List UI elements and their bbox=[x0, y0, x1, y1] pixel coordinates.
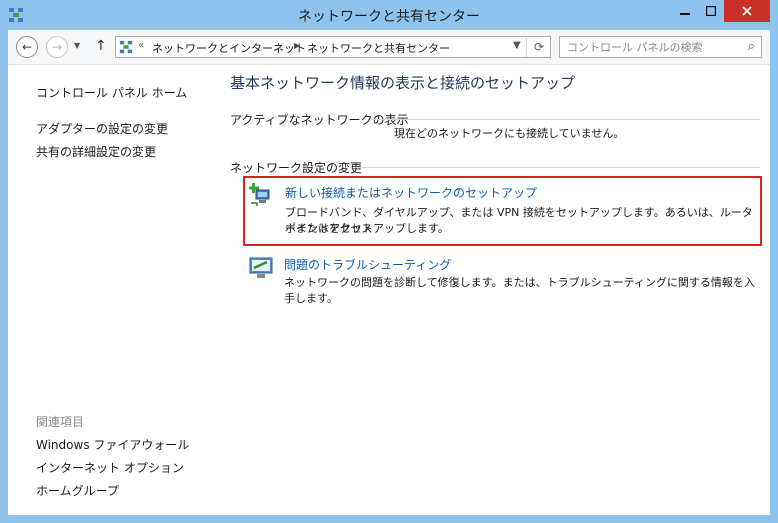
sidebar: コントロール パネル ホーム アダプターの設定の変更 共有の詳細設定の変更 関連… bbox=[8, 65, 212, 515]
maximize-button[interactable] bbox=[698, 0, 724, 22]
heading-divider bbox=[372, 119, 760, 120]
heading-divider bbox=[356, 167, 760, 168]
close-button[interactable] bbox=[724, 0, 770, 22]
address-bar[interactable]: « ネットワークとインターネット ▶ ネットワークと共有センター ▼ ⟳ bbox=[115, 36, 551, 58]
content-pane: コントロール パネル ホーム アダプターの設定の変更 共有の詳細設定の変更 関連… bbox=[8, 65, 770, 515]
network-settings-heading: ネットワーク設定の変更 bbox=[230, 161, 363, 175]
new-connection-link[interactable]: 新しい接続またはネットワークのセットアップ bbox=[285, 184, 537, 201]
overflow-chevron-icon[interactable]: « bbox=[138, 40, 144, 51]
homegroup-link[interactable]: ホームグループ bbox=[36, 482, 119, 499]
maximize-icon bbox=[706, 6, 716, 16]
firewall-link[interactable]: Windows ファイアウォール bbox=[36, 436, 189, 453]
new-connection-task-highlight[interactable]: 新しい接続またはネットワークのセットアップ ブロードバンド、ダイヤルアップ、また… bbox=[243, 176, 762, 246]
troubleshoot-task[interactable]: 問題のトラブルシューティング ネットワークの問題を診断して修復します。または、ト… bbox=[245, 255, 762, 305]
breadcrumb-sharing-center[interactable]: ネットワークと共有センター bbox=[307, 40, 450, 56]
adapter-settings-link[interactable]: アダプターの設定の変更 bbox=[36, 120, 168, 137]
title-bar[interactable]: ネットワークと共有センター bbox=[0, 0, 778, 30]
troubleshoot-icon bbox=[249, 257, 273, 278]
search-icon[interactable]: ⌕ bbox=[748, 39, 755, 54]
search-box[interactable]: ⌕ bbox=[559, 36, 762, 58]
breadcrumb-separator-icon[interactable]: ▶ bbox=[294, 41, 300, 50]
close-icon bbox=[742, 6, 752, 16]
address-dropdown-icon[interactable]: ▼ bbox=[513, 40, 521, 51]
arrow-left-icon: ← bbox=[21, 40, 33, 54]
window-title: ネットワークと共有センター bbox=[298, 9, 480, 25]
control-panel-home-link[interactable]: コントロール パネル ホーム bbox=[36, 84, 187, 101]
related-heading: 関連項目 bbox=[36, 415, 85, 429]
new-connection-desc-line2: ポイントをセットアップします。 bbox=[285, 222, 449, 235]
search-input[interactable] bbox=[560, 37, 737, 57]
refresh-icon: ⟳ bbox=[533, 40, 545, 54]
network-status-text: 現在どのネットワークにも接続していません。 bbox=[394, 127, 625, 140]
troubleshoot-desc: ネットワークの問題を診断して修復します。または、トラブルシューティングに関する情… bbox=[284, 276, 755, 305]
network-center-icon bbox=[119, 40, 133, 54]
troubleshoot-link[interactable]: 問題のトラブルシューティング bbox=[284, 256, 451, 273]
back-button[interactable]: ← bbox=[16, 36, 38, 58]
navigation-bar: ← → ▼ ↑ « ネットワークとインターネット ▶ ネットワークと共有センター… bbox=[8, 30, 770, 65]
arrow-right-icon: → bbox=[51, 40, 63, 54]
refresh-button[interactable]: ⟳ bbox=[526, 37, 551, 57]
internet-options-link[interactable]: インターネット オプション bbox=[36, 459, 184, 476]
forward-button[interactable]: → bbox=[46, 36, 68, 58]
window: ネットワークと共有センター ← → ▼ ↑ « ネットワークとインターネット ▶ bbox=[0, 0, 778, 523]
up-arrow-icon[interactable]: ↑ bbox=[95, 38, 107, 54]
new-connection-icon bbox=[249, 183, 270, 206]
minimize-icon bbox=[679, 13, 690, 15]
page-title: 基本ネットワーク情報の表示と接続のセットアップ bbox=[230, 74, 576, 92]
minimize-button[interactable] bbox=[671, 0, 698, 22]
recent-locations-chevron-icon[interactable]: ▼ bbox=[74, 41, 80, 50]
breadcrumb-network-internet[interactable]: ネットワークとインターネット bbox=[152, 40, 306, 56]
advanced-sharing-link[interactable]: 共有の詳細設定の変更 bbox=[36, 143, 156, 160]
